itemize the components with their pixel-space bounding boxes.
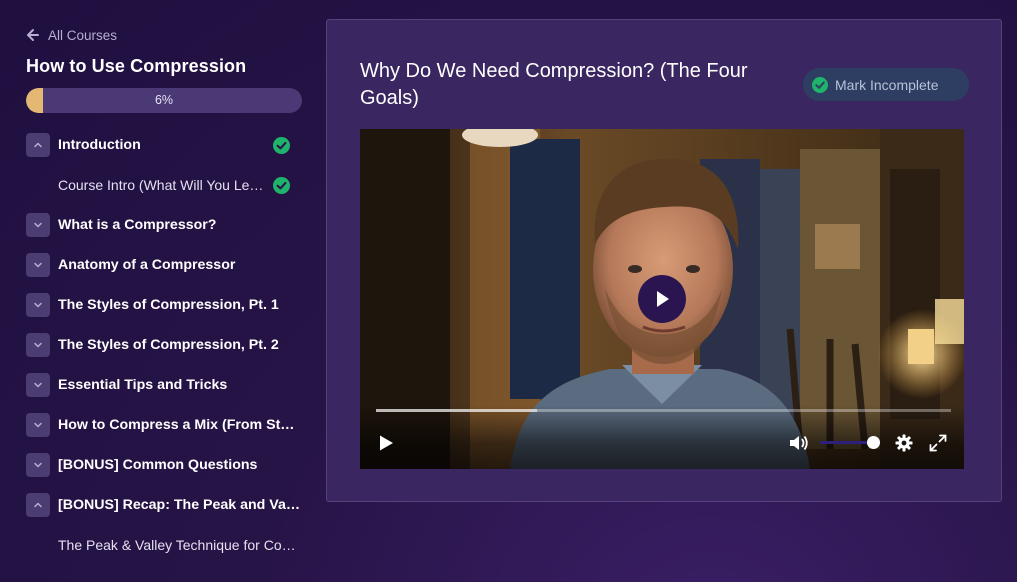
module-title: How to Compress a Mix (From Start to Fin…	[58, 417, 302, 433]
module-title: The Styles of Compression, Pt. 1	[58, 297, 279, 313]
course-title: How to Use Compression	[26, 56, 247, 76]
chevron-down-icon[interactable]	[26, 413, 50, 437]
back-link-label: All Courses	[48, 27, 118, 43]
module-item: Essential Tips and Tricks	[26, 365, 302, 405]
module-title: Introduction	[58, 137, 141, 153]
lesson-item[interactable]: The Peak & Valley Technique for Compress…	[26, 525, 302, 565]
fullscreen-button[interactable]	[929, 434, 947, 452]
chevron-down-icon[interactable]	[26, 333, 50, 357]
volume-icon	[790, 435, 808, 451]
volume-slider-fill	[820, 441, 874, 444]
volume-button[interactable]	[789, 434, 809, 452]
module-title: The Styles of Compression, Pt. 2	[58, 337, 279, 353]
play-button[interactable]	[377, 434, 395, 452]
chevron-down-icon[interactable]	[26, 293, 50, 317]
module-item: The Styles of Compression, Pt. 1	[26, 285, 302, 325]
settings-icon	[895, 434, 913, 452]
module-title: What is a Compressor?	[58, 217, 217, 233]
chevron-down-icon[interactable]	[26, 213, 50, 237]
module-item: How to Compress a Mix (From Start to Fin…	[26, 405, 302, 445]
lesson-item[interactable]: Course Intro (What Will You Learn?)	[26, 165, 302, 205]
seekbar-buffered	[376, 409, 537, 412]
lesson-title: Course Intro (What Will You Learn?)	[58, 177, 265, 193]
module-title: Anatomy of a Compressor	[58, 257, 236, 273]
module-header[interactable]: Anatomy of a Compressor	[26, 245, 302, 285]
check-circle-icon	[812, 76, 828, 93]
lesson-title: Why Do We Need Compression? (The Four Go…	[360, 60, 748, 109]
module-title: [BONUS] Recap: The Peak and Valley Techn…	[58, 497, 302, 513]
lesson-title: The Peak & Valley Technique for Compress…	[58, 537, 302, 553]
module-item: The Styles of Compression, Pt. 2	[26, 325, 302, 365]
module-item: [BONUS] Common Questions	[26, 445, 302, 485]
module-header[interactable]: [BONUS] Recap: The Peak and Valley Techn…	[26, 485, 302, 525]
chevron-up-icon[interactable]	[26, 493, 50, 517]
play-icon	[380, 435, 393, 451]
module-header[interactable]: Essential Tips and Tricks	[26, 365, 302, 405]
course-sidebar: All Courses How to Use Compression 6% In…	[26, 24, 302, 565]
chevron-down-icon[interactable]	[26, 373, 50, 397]
chevron-down-icon[interactable]	[26, 453, 50, 477]
lesson-panel: Why Do We Need Compression? (The Four Go…	[326, 19, 1002, 502]
check-circle-icon	[273, 176, 290, 194]
chevron-down-icon[interactable]	[26, 253, 50, 277]
module-header[interactable]: Introduction	[26, 125, 302, 165]
play-icon	[657, 291, 669, 307]
module-header[interactable]: The Styles of Compression, Pt. 1	[26, 285, 302, 325]
module-title: Essential Tips and Tricks	[58, 377, 228, 393]
module-header[interactable]: [BONUS] Common Questions	[26, 445, 302, 485]
play-overlay-button[interactable]	[638, 275, 686, 323]
video-seekbar[interactable]	[376, 409, 951, 412]
module-title: [BONUS] Common Questions	[58, 457, 258, 473]
mark-incomplete-button[interactable]: Mark Incomplete	[803, 68, 969, 101]
course-progress-bar: 6%	[26, 88, 302, 113]
course-progress-label: 6%	[154, 93, 174, 107]
back-to-courses-link[interactable]: All Courses	[26, 24, 302, 46]
module-item: Anatomy of a Compressor	[26, 245, 302, 285]
module-item: Introduction Course Intro (What Will You …	[26, 125, 302, 205]
mark-incomplete-label: Mark Incomplete	[835, 76, 939, 93]
check-circle-icon	[273, 136, 290, 154]
volume-slider[interactable]	[820, 436, 881, 449]
module-list: Introduction Course Intro (What Will You …	[26, 125, 302, 565]
arrow-left-icon	[26, 28, 40, 42]
module-item: What is a Compressor?	[26, 205, 302, 245]
chevron-up-icon[interactable]	[26, 133, 50, 157]
settings-button[interactable]	[895, 434, 913, 452]
module-header[interactable]: How to Compress a Mix (From Start to Fin…	[26, 405, 302, 445]
module-header[interactable]: What is a Compressor?	[26, 205, 302, 245]
fullscreen-icon	[929, 434, 947, 452]
video-player[interactable]	[360, 129, 964, 469]
module-item: [BONUS] Recap: The Peak and Valley Techn…	[26, 485, 302, 565]
module-header[interactable]: The Styles of Compression, Pt. 2	[26, 325, 302, 365]
